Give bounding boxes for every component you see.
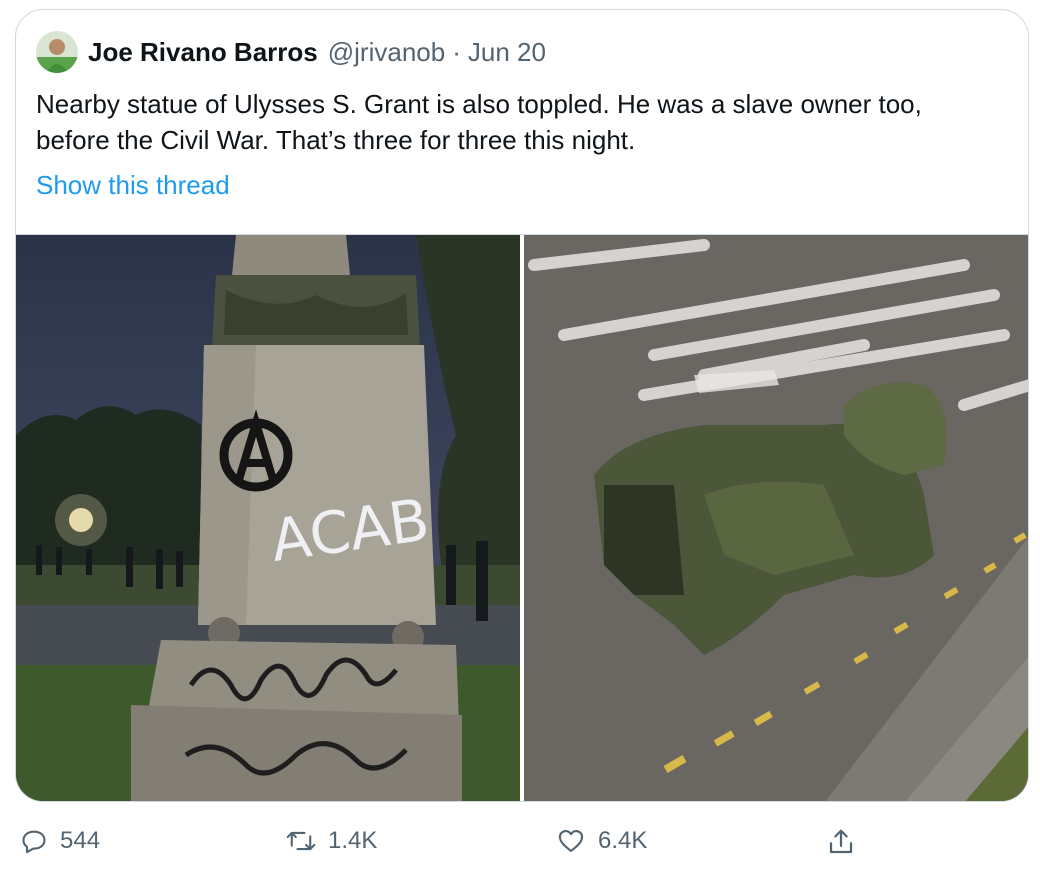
photo-toppled-statue[interactable] — [524, 235, 1028, 801]
separator-dot: · — [452, 36, 461, 67]
retweet-button[interactable]: 1.4K — [286, 827, 377, 855]
media-grid: ACAB — [16, 234, 1028, 801]
share-button[interactable] — [826, 827, 856, 857]
tweet-date[interactable]: Jun 20 — [468, 37, 546, 68]
like-button[interactable]: 6.4K — [556, 827, 647, 855]
share-icon — [829, 829, 853, 854]
like-count: 6.4K — [598, 827, 648, 854]
reply-icon — [22, 830, 46, 854]
avatar[interactable] — [36, 31, 78, 73]
tweet-card[interactable]: Joe Rivano Barros @jrivanob · Jun 20 Nea… — [15, 9, 1029, 802]
tweet-actions: 544 1.4K 6.4K — [0, 812, 1040, 872]
reply-count: 544 — [60, 827, 101, 854]
author-name[interactable]: Joe Rivano Barros — [88, 37, 318, 68]
reply-button[interactable]: 544 — [20, 827, 100, 855]
author-handle[interactable]: @jrivanob — [328, 37, 445, 68]
heart-icon — [558, 830, 584, 852]
retweet-count: 1.4K — [328, 827, 378, 854]
tweet-text: Nearby statue of Ulysses S. Grant is als… — [36, 89, 922, 155]
show-thread-link[interactable]: Show this thread — [36, 168, 230, 202]
tweet-header: Joe Rivano Barros @jrivanob · Jun 20 — [36, 30, 546, 74]
retweet-icon — [286, 831, 316, 851]
photo-pedestal[interactable]: ACAB — [16, 235, 520, 801]
